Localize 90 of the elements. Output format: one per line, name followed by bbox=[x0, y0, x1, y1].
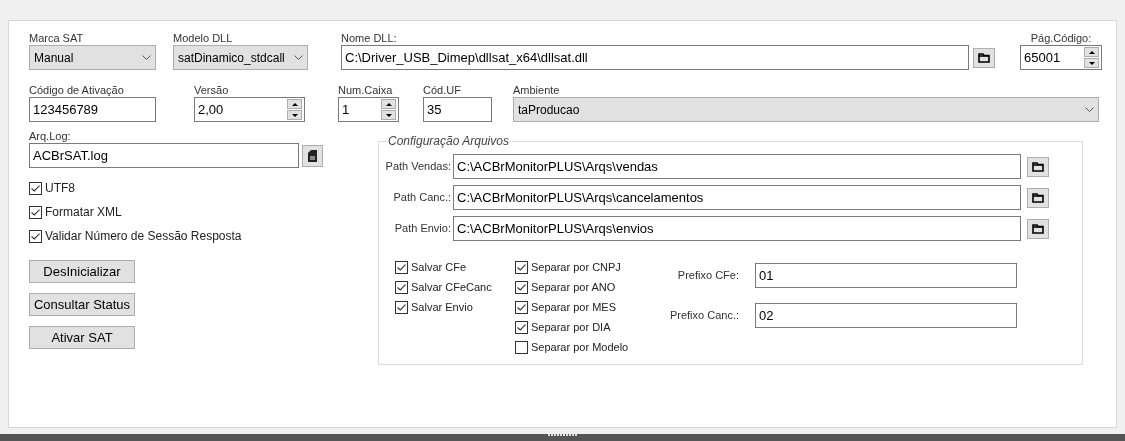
path-label: Path Envio: bbox=[393, 221, 452, 237]
input-field[interactable]: C:\ACBrMonitorPLUS\Arqs\cancelamentos bbox=[453, 185, 1021, 210]
check-icon bbox=[397, 303, 406, 311]
prefix-label: Prefixo Canc.: bbox=[668, 308, 740, 324]
folder-icon bbox=[1032, 223, 1044, 234]
folder-icon bbox=[978, 52, 990, 63]
up-arrow-icon bbox=[1088, 50, 1095, 54]
input-field[interactable]: 02 bbox=[755, 303, 1017, 328]
checkbox-label[interactable]: Separar por MES bbox=[531, 298, 616, 316]
checkbox[interactable] bbox=[515, 320, 528, 334]
input-field[interactable]: 35 bbox=[423, 97, 492, 122]
browse-button[interactable] bbox=[1027, 187, 1049, 208]
dropdown[interactable]: Manual bbox=[29, 45, 156, 70]
dropdown[interactable]: taProducao bbox=[513, 97, 1099, 122]
input-field[interactable]: C:\Driver_USB_Dimep\dllsat_x64\dllsat.dll bbox=[341, 45, 969, 70]
checkbox-label[interactable]: Salvar Envio bbox=[411, 298, 473, 316]
down-arrow-icon bbox=[1088, 61, 1095, 65]
spin-up-button[interactable] bbox=[381, 99, 396, 109]
checkbox[interactable] bbox=[395, 260, 408, 274]
checkbox[interactable] bbox=[29, 181, 42, 195]
checkbox-label[interactable]: Validar Número de Sessão Resposta bbox=[45, 227, 242, 245]
checkbox[interactable] bbox=[515, 300, 528, 314]
check-icon bbox=[31, 184, 40, 192]
log-file-button[interactable] bbox=[302, 144, 323, 167]
field-label: Ambiente bbox=[513, 83, 561, 97]
field-label: Pág.Código: bbox=[1029, 31, 1093, 45]
spin-down-button[interactable] bbox=[381, 110, 396, 120]
checkbox-label[interactable]: Separar por DIA bbox=[531, 318, 611, 336]
field-label: Arq.Log: bbox=[29, 129, 72, 143]
checkbox-label[interactable]: Separar por Modelo bbox=[531, 338, 629, 356]
field-label: Marca SAT bbox=[29, 31, 85, 45]
checkbox[interactable] bbox=[29, 229, 42, 243]
input-field[interactable]: C:\ACBrMonitorPLUS\Arqs\envios bbox=[453, 216, 1021, 241]
check-icon bbox=[397, 283, 406, 291]
action-button[interactable]: DesInicializar bbox=[29, 260, 135, 283]
folder-icon bbox=[1032, 161, 1044, 172]
down-arrow-icon bbox=[291, 113, 298, 117]
chevron-down-icon bbox=[1085, 107, 1094, 112]
input-field[interactable]: ACBrSAT.log bbox=[29, 143, 299, 168]
folder-icon bbox=[1032, 192, 1044, 203]
action-button[interactable]: Consultar Status bbox=[29, 293, 135, 316]
dropdown[interactable]: satDinamico_stdcall bbox=[173, 45, 308, 70]
check-icon bbox=[517, 303, 526, 311]
browse-button[interactable] bbox=[1027, 218, 1049, 239]
checkbox-label[interactable]: UTF8 bbox=[45, 179, 75, 197]
field-label: Versão bbox=[194, 83, 230, 97]
spin-down-button[interactable] bbox=[1084, 58, 1099, 68]
field-label: Cód.UF bbox=[423, 83, 462, 97]
checkbox[interactable] bbox=[515, 340, 528, 354]
checkbox-label[interactable]: Separar por ANO bbox=[531, 278, 616, 296]
checkbox[interactable] bbox=[29, 205, 42, 219]
check-icon bbox=[31, 232, 40, 240]
checkbox[interactable] bbox=[515, 280, 528, 294]
path-label: Path Canc.: bbox=[392, 190, 452, 206]
checkbox-label[interactable]: Formatar XML bbox=[45, 203, 122, 221]
path-label: Path Vendas: bbox=[384, 159, 452, 175]
input-field[interactable]: 123456789 bbox=[29, 97, 156, 122]
field-label: Modelo DLL bbox=[173, 31, 234, 45]
up-arrow-icon bbox=[291, 102, 298, 106]
action-button[interactable]: Ativar SAT bbox=[29, 326, 135, 349]
group-title: Configuração Arquivos bbox=[387, 133, 510, 150]
check-icon bbox=[517, 323, 526, 331]
input-field[interactable]: 01 bbox=[755, 263, 1017, 288]
spin-field[interactable]: 2,00 bbox=[194, 97, 305, 122]
check-icon bbox=[517, 263, 526, 271]
browse-button[interactable] bbox=[973, 47, 995, 68]
up-arrow-icon bbox=[385, 102, 392, 106]
checkbox[interactable] bbox=[515, 260, 528, 274]
check-icon bbox=[517, 283, 526, 291]
check-icon bbox=[397, 263, 406, 271]
field-label: Num.Caixa bbox=[338, 83, 394, 97]
spin-up-button[interactable] bbox=[1084, 47, 1099, 57]
spin-up-button[interactable] bbox=[287, 99, 302, 109]
spin-down-button[interactable] bbox=[287, 110, 302, 120]
chevron-down-icon bbox=[142, 55, 151, 60]
check-icon bbox=[31, 208, 40, 216]
checkbox[interactable] bbox=[395, 280, 408, 294]
prefix-label: Prefixo CFe: bbox=[676, 268, 740, 284]
checkbox[interactable] bbox=[395, 300, 408, 314]
checkbox-label[interactable]: Salvar CFe bbox=[411, 258, 467, 276]
checkbox-label[interactable]: Separar por CNPJ bbox=[531, 258, 621, 276]
field-label: Nome DLL: bbox=[341, 31, 398, 45]
browse-button[interactable] bbox=[1027, 156, 1049, 177]
checkbox-label[interactable]: Salvar CFeCanc bbox=[411, 278, 492, 296]
down-arrow-icon bbox=[385, 113, 392, 117]
sd-card-icon bbox=[308, 149, 317, 162]
chevron-down-icon bbox=[294, 55, 303, 60]
grip-icon bbox=[547, 434, 578, 437]
field-label: Código de Ativação bbox=[29, 83, 125, 97]
input-field[interactable]: C:\ACBrMonitorPLUS\Arqs\vendas bbox=[453, 154, 1021, 179]
